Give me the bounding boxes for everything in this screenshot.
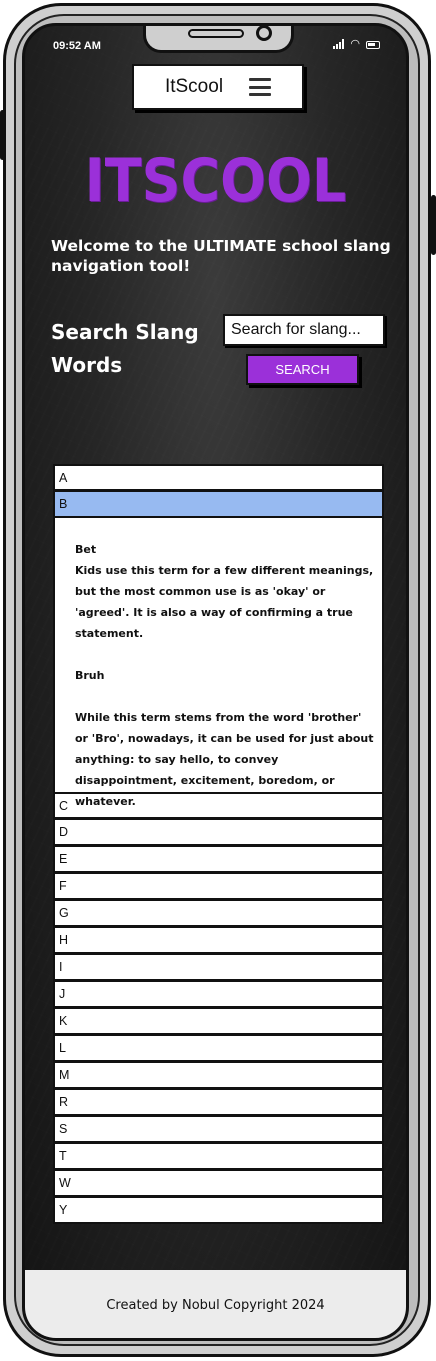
hamburger-menu-icon[interactable] [249,78,272,96]
accordion-row-l[interactable]: L [53,1035,384,1062]
speaker-icon [188,29,244,38]
term-title: Bet [75,543,97,556]
phone-screen: 09:52 AM ◠ ItScool ITSCOOL Welcome to th… [22,23,409,1341]
camera-icon [256,26,272,41]
accordion-row-h[interactable]: H [53,927,384,954]
term-title: Bruh [75,669,105,682]
accordion-row-f[interactable]: F [53,873,384,900]
page-footer: Created by Nobul Copyright 2024 [25,1270,406,1338]
accordion-row-d[interactable]: D [53,819,384,846]
signal-icon [333,39,345,49]
accordion-row-w[interactable]: W [53,1170,384,1197]
accordion-panel-b: Bet Kids use this term for a few differe… [53,518,384,808]
phone-notch [143,26,294,53]
accordion-row-b[interactable]: B [53,491,384,518]
accordion-row-y[interactable]: Y [53,1197,384,1224]
accordion-row-e[interactable]: E [53,846,384,873]
accordion-row-a[interactable]: A [53,464,384,491]
accordion-row-j[interactable]: J [53,981,384,1008]
volume-button [0,110,5,160]
status-time: 09:52 AM [53,40,101,52]
accordion-row-g[interactable]: G [53,900,384,927]
power-button [431,195,436,255]
term-definition: Kids use this term for a few different m… [75,564,374,640]
status-icons: ◠ [333,37,380,50]
wifi-icon: ◠ [350,37,360,50]
welcome-text: Welcome to the ULTIMATE school slang nav… [51,237,391,275]
slang-accordion: A B Bet Kids use this term for a few dif… [53,464,384,1224]
accordion-row-t[interactable]: T [53,1143,384,1170]
search-input[interactable] [223,314,385,346]
site-logo: ITSCOOL [84,146,347,216]
nav-title[interactable]: ItScool [165,76,223,98]
accordion-row-r[interactable]: R [53,1089,384,1116]
search-heading: Search Slang Words [51,320,199,377]
accordion-row-m[interactable]: M [53,1062,384,1089]
top-nav: ItScool [132,64,304,110]
accordion-row-k[interactable]: K [53,1008,384,1035]
search-button[interactable]: SEARCH [246,354,359,385]
accordion-row-i[interactable]: I [53,954,384,981]
battery-icon [366,41,380,49]
accordion-row-s[interactable]: S [53,1116,384,1143]
